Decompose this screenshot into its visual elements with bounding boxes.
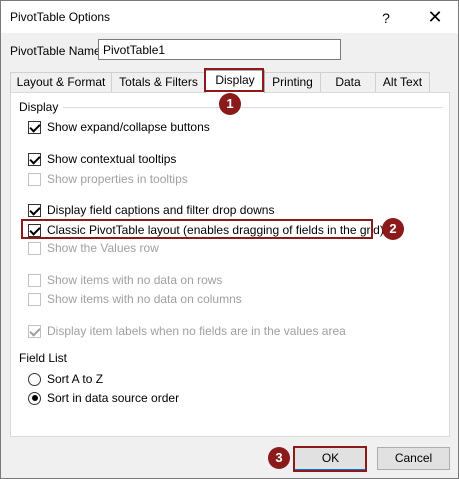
- option-label: Display field captions and filter drop d…: [47, 203, 275, 217]
- help-button[interactable]: ?: [374, 8, 398, 28]
- option-label: Display item labels when no fields are i…: [47, 324, 346, 338]
- display-group-title: Display: [19, 100, 59, 114]
- option-label: Show contextual tooltips: [47, 152, 177, 166]
- option-show-items-no-data-columns: Show items with no data on columns: [28, 291, 242, 307]
- pivottable-name-label: PivotTable Name:: [10, 44, 105, 58]
- checkbox: [28, 241, 41, 255]
- option-sort-data-source-order[interactable]: Sort in data source order: [28, 390, 179, 406]
- checkbox: [28, 292, 41, 306]
- option-label: Show the Values row: [47, 241, 159, 255]
- option-label: Show items with no data on rows: [47, 273, 223, 287]
- cancel-button[interactable]: Cancel: [377, 447, 450, 470]
- radio-button[interactable]: [28, 391, 41, 405]
- option-label: Sort in data source order: [47, 391, 180, 405]
- checkbox[interactable]: [28, 120, 41, 134]
- step-2-badge: 2: [382, 218, 404, 240]
- checkbox: [28, 172, 41, 186]
- tab-totals-filters[interactable]: Totals & Filters: [111, 72, 206, 92]
- option-display-field-captions[interactable]: Display field captions and filter drop d…: [28, 202, 274, 218]
- title-bar: PivotTable Options ? ✕: [1, 1, 458, 33]
- pivottable-options-dialog: PivotTable Options ? ✕ PivotTable Name: …: [0, 0, 459, 479]
- option-label: Sort A to Z: [47, 372, 104, 386]
- option-show-contextual-tooltips[interactable]: Show contextual tooltips: [28, 151, 176, 167]
- tab-alt-text[interactable]: Alt Text: [375, 72, 430, 92]
- ok-button-highlight: [293, 446, 367, 472]
- display-group-divider: [63, 107, 443, 108]
- option-label: Show properties in tooltips: [47, 172, 188, 186]
- tab-printing[interactable]: Printing: [264, 72, 321, 92]
- option-show-expand-collapse[interactable]: Show expand/collapse buttons: [28, 119, 210, 135]
- close-button[interactable]: ✕: [421, 5, 449, 29]
- option-show-values-row: Show the Values row: [28, 240, 159, 256]
- option-label: Show expand/collapse buttons: [47, 120, 210, 134]
- field-list-group-title: Field List: [19, 351, 68, 365]
- checkbox: [28, 273, 41, 287]
- tab-layout-format[interactable]: Layout & Format: [10, 72, 112, 92]
- option-label: Show items with no data on columns: [47, 292, 242, 306]
- display-tab-panel: Display Show expand/collapse buttons Sho…: [10, 92, 450, 437]
- option-show-properties-tooltips: Show properties in tooltips: [28, 171, 188, 187]
- tab-data[interactable]: Data: [320, 72, 376, 92]
- classic-layout-highlight: [21, 219, 373, 239]
- step-3-badge: 3: [268, 447, 290, 469]
- option-show-items-no-data-rows: Show items with no data on rows: [28, 272, 222, 288]
- checkbox[interactable]: [28, 152, 41, 166]
- window-title: PivotTable Options: [10, 10, 111, 24]
- checkbox: [28, 324, 41, 338]
- radio-button[interactable]: [28, 372, 41, 386]
- option-display-item-labels: Display item labels when no fields are i…: [28, 323, 346, 339]
- display-tab-highlight: [204, 68, 264, 92]
- step-1-badge: 1: [219, 93, 241, 115]
- checkbox[interactable]: [28, 203, 41, 217]
- option-sort-a-to-z[interactable]: Sort A to Z: [28, 371, 103, 387]
- pivottable-name-input[interactable]: [98, 39, 341, 60]
